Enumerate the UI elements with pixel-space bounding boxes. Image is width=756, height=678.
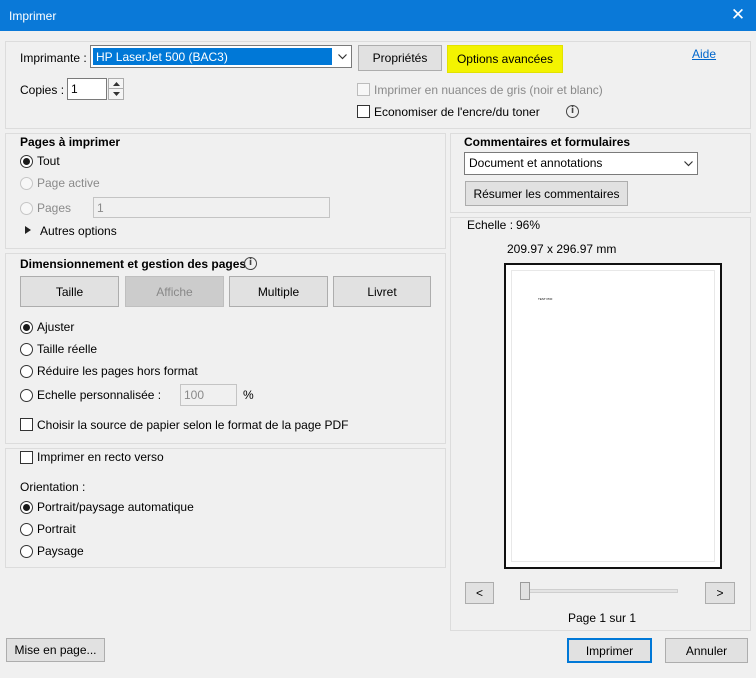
- page-preview-sheet: TEST PDF: [512, 271, 714, 561]
- custom-scale-radio[interactable]: [20, 389, 33, 402]
- percent-label: %: [243, 388, 254, 402]
- paper-source-label: Choisir la source de papier selon le for…: [37, 418, 349, 432]
- page-preview-text: TEST PDF: [538, 297, 553, 301]
- tab-multiple-label: Multiple: [257, 284, 300, 299]
- scale-label: Echelle :: [467, 218, 514, 232]
- fit-label: Ajuster: [37, 320, 75, 334]
- orientation-portrait-label: Portrait: [37, 522, 76, 536]
- comments-heading: Commentaires et formulaires: [464, 135, 631, 149]
- fit-radio[interactable]: [20, 321, 33, 334]
- orientation-auto-radio[interactable]: [20, 501, 33, 514]
- paper-source-checkbox[interactable]: [20, 418, 33, 431]
- page-slider-track[interactable]: [520, 589, 678, 593]
- pages-current-label: Page active: [37, 176, 100, 190]
- chevron-up-icon[interactable]: [109, 79, 123, 89]
- tab-size[interactable]: Taille: [20, 276, 119, 307]
- prev-page-button[interactable]: <: [465, 582, 494, 604]
- save-ink-label: Economiser de l'encre/du toner: [374, 105, 540, 119]
- duplex-label: Imprimer en recto verso: [37, 450, 164, 464]
- comments-select[interactable]: Document et annotations: [464, 152, 698, 175]
- duplex-checkbox[interactable]: [20, 451, 33, 464]
- tab-poster-label: Affiche: [156, 284, 193, 299]
- actual-size-radio[interactable]: [20, 343, 33, 356]
- actual-size-label: Taille réelle: [37, 342, 98, 356]
- grayscale-label: Imprimer en nuances de gris (noir et bla…: [374, 83, 603, 97]
- shrink-radio[interactable]: [20, 365, 33, 378]
- tab-multiple[interactable]: Multiple: [229, 276, 328, 307]
- copies-label: Copies :: [20, 83, 65, 97]
- tab-booklet-label: Livret: [367, 284, 397, 299]
- scale-value: 96%: [516, 218, 541, 232]
- copies-input[interactable]: 1: [67, 78, 107, 100]
- pages-all-label: Tout: [37, 154, 60, 168]
- advanced-options-button[interactable]: Options avancées: [447, 45, 563, 73]
- shrink-label: Réduire les pages hors format: [37, 364, 198, 378]
- summarize-comments-button[interactable]: Résumer les commentaires: [465, 181, 628, 206]
- custom-scale-input[interactable]: 100: [180, 384, 237, 406]
- more-options-label[interactable]: Autres options: [40, 224, 117, 238]
- pages-range-input[interactable]: 1: [93, 197, 330, 218]
- pages-current-radio[interactable]: [20, 177, 33, 190]
- pages-heading: Pages à imprimer: [20, 135, 121, 149]
- tab-booklet[interactable]: Livret: [333, 276, 431, 307]
- printer-select[interactable]: HP LaserJet 500 (BAC3): [90, 45, 352, 68]
- window-title: Imprimer: [9, 9, 57, 23]
- chevron-down-icon: [334, 46, 351, 67]
- orientation-landscape-label: Paysage: [37, 544, 84, 558]
- printer-label: Imprimante :: [20, 51, 87, 65]
- grayscale-checkbox[interactable]: [357, 83, 370, 96]
- pages-range-label: Pages: [37, 201, 72, 215]
- info-icon[interactable]: i: [566, 105, 579, 118]
- title-bar: Imprimer ✕: [0, 0, 756, 31]
- help-link[interactable]: Aide: [692, 47, 716, 61]
- page-setup-button[interactable]: Mise en page...: [6, 638, 105, 662]
- orientation-label: Orientation :: [20, 480, 86, 494]
- print-button[interactable]: Imprimer: [567, 638, 652, 663]
- cancel-button[interactable]: Annuler: [665, 638, 748, 663]
- comments-selected-value: Document et annotations: [469, 156, 603, 170]
- page-preview-frame: TEST PDF: [504, 263, 722, 569]
- info-icon[interactable]: i: [244, 257, 257, 270]
- orientation-auto-label: Portrait/paysage automatique: [37, 500, 194, 514]
- orientation-landscape-radio[interactable]: [20, 545, 33, 558]
- tab-poster[interactable]: Affiche: [125, 276, 224, 307]
- chevron-down-icon: [680, 153, 697, 174]
- copies-stepper[interactable]: [108, 78, 124, 100]
- expand-triangle-icon[interactable]: [25, 226, 31, 234]
- printer-selected-value: HP LaserJet 500 (BAC3): [96, 50, 228, 64]
- next-page-button[interactable]: >: [705, 582, 735, 604]
- page-dimensions: 209.97 x 296.97 mm: [507, 242, 617, 256]
- chevron-down-icon[interactable]: [109, 89, 123, 99]
- close-icon[interactable]: ✕: [726, 4, 750, 26]
- tab-size-label: Taille: [55, 284, 84, 299]
- orientation-portrait-radio[interactable]: [20, 523, 33, 536]
- properties-button[interactable]: Propriétés: [358, 45, 442, 71]
- custom-scale-label: Echelle personnalisée :: [37, 388, 162, 402]
- pages-range-radio[interactable]: [20, 202, 33, 215]
- page-slider-thumb[interactable]: [520, 582, 530, 600]
- print-dialog: Imprimante : HP LaserJet 500 (BAC3) Prop…: [0, 31, 756, 678]
- save-ink-checkbox[interactable]: [357, 105, 370, 118]
- sizing-heading: Dimensionnement et gestion des pages: [20, 257, 247, 271]
- page-indicator: Page 1 sur 1: [568, 611, 637, 625]
- pages-all-radio[interactable]: [20, 155, 33, 168]
